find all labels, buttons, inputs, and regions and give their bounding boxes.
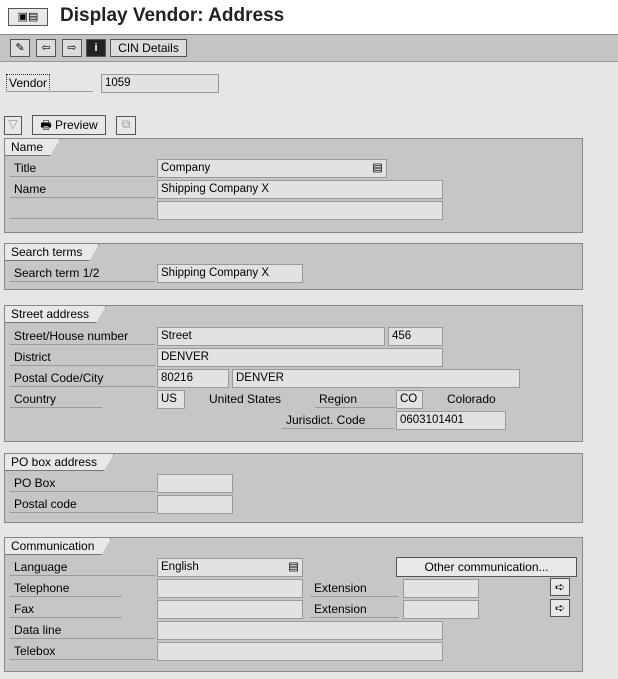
- title-bar: ▣▤ Display Vendor: Address: [0, 0, 618, 35]
- telebox-field[interactable]: [157, 642, 443, 661]
- cin-details-button[interactable]: CIN Details: [110, 39, 187, 57]
- application-toolbar: ✎ ⇦ ⇨ i CIN Details: [0, 35, 618, 62]
- telebox-label: Telebox: [10, 642, 155, 660]
- comm-group-title: Communication: [5, 538, 111, 555]
- system-menu-icon[interactable]: ▣▤: [8, 8, 48, 26]
- other-communication-button[interactable]: Other communication...: [396, 557, 577, 577]
- fax-extension-label: Extension: [310, 600, 398, 618]
- dataline-field[interactable]: [157, 621, 443, 640]
- region-label: Region: [315, 390, 395, 408]
- po-box-label: PO Box: [10, 474, 155, 492]
- search-term-field[interactable]: Shipping Company X: [157, 264, 303, 283]
- next-screen-icon[interactable]: ⇨: [62, 39, 82, 57]
- page-title: Display Vendor: Address: [60, 5, 285, 26]
- street-address-group: Street address Street/House number Stree…: [4, 305, 583, 442]
- country-label: Country: [10, 390, 102, 408]
- name-group-title: Name: [5, 139, 60, 156]
- po-box-field[interactable]: [157, 474, 233, 493]
- country-name: United States: [209, 392, 282, 406]
- vendor-label: Vendor: [6, 74, 51, 92]
- preview-label: Preview: [54, 118, 98, 132]
- search-terms-group: Search terms Search term 1/2 Shipping Co…: [4, 243, 583, 290]
- blank-label: [10, 201, 155, 219]
- dataline-label: Data line: [10, 621, 155, 639]
- vendor-field[interactable]: 1059: [101, 74, 219, 93]
- title-label: Title: [10, 159, 155, 177]
- district-label: District: [10, 348, 155, 366]
- search-term-label: Search term 1/2: [10, 264, 155, 282]
- street-field[interactable]: Street: [157, 327, 385, 346]
- region-field[interactable]: CO: [396, 390, 423, 409]
- jurisdiction-label: Jurisdict. Code: [282, 411, 394, 429]
- org-icon[interactable]: ⧉: [116, 116, 136, 135]
- language-value: English: [161, 561, 199, 573]
- street-label: Street/House number: [10, 327, 155, 345]
- preview-button[interactable]: 🖶 Preview: [32, 115, 106, 135]
- dropdown-icon[interactable]: ▤: [288, 559, 299, 576]
- search-group-title: Search terms: [5, 244, 99, 261]
- title-dropdown[interactable]: Company ▤: [157, 159, 387, 178]
- po-postal-field[interactable]: [157, 495, 233, 514]
- tel-extension-label: Extension: [310, 579, 398, 597]
- house-number-field[interactable]: 456: [388, 327, 443, 346]
- po-group-title: PO box address: [5, 454, 114, 471]
- previous-screen-icon[interactable]: ⇦: [36, 39, 56, 57]
- fax-label: Fax: [10, 600, 122, 618]
- tel-extension-field[interactable]: [403, 579, 479, 598]
- district-field[interactable]: DENVER: [157, 348, 443, 367]
- postal-code-field[interactable]: 80216: [157, 369, 229, 388]
- collapse-icon[interactable]: ▽: [4, 116, 22, 135]
- dropdown-icon[interactable]: ▤: [372, 160, 383, 177]
- country-field[interactable]: US: [157, 390, 185, 409]
- communication-group: Communication Language English ▤ Other co…: [4, 537, 583, 672]
- jurisdiction-field[interactable]: 0603101401: [396, 411, 506, 430]
- language-label: Language: [10, 558, 155, 576]
- title-value: Company: [161, 162, 211, 174]
- fax-arrow-icon[interactable]: ➪: [550, 599, 570, 617]
- street-group-title: Street address: [5, 306, 106, 323]
- name-label: Name: [10, 180, 155, 198]
- language-dropdown[interactable]: English ▤: [157, 558, 303, 577]
- edit-pencil-icon[interactable]: ✎: [10, 39, 30, 57]
- telephone-arrow-icon[interactable]: ➪: [550, 578, 570, 596]
- postal-city-label: Postal Code/City: [10, 369, 155, 387]
- fax-extension-field[interactable]: [403, 600, 479, 619]
- telephone-field[interactable]: [157, 579, 303, 598]
- info-icon[interactable]: i: [86, 39, 106, 57]
- name2-field[interactable]: [157, 201, 443, 220]
- po-postal-label: Postal code: [10, 495, 155, 513]
- fax-field[interactable]: [157, 600, 303, 619]
- name-group: Name Title Company ▤ Name Shipping Compan…: [4, 138, 583, 233]
- telephone-label: Telephone: [10, 579, 122, 597]
- region-name: Colorado: [447, 392, 496, 406]
- city-field[interactable]: DENVER: [232, 369, 520, 388]
- po-box-group: PO box address PO Box Postal code: [4, 453, 583, 523]
- name-field[interactable]: Shipping Company X: [157, 180, 443, 199]
